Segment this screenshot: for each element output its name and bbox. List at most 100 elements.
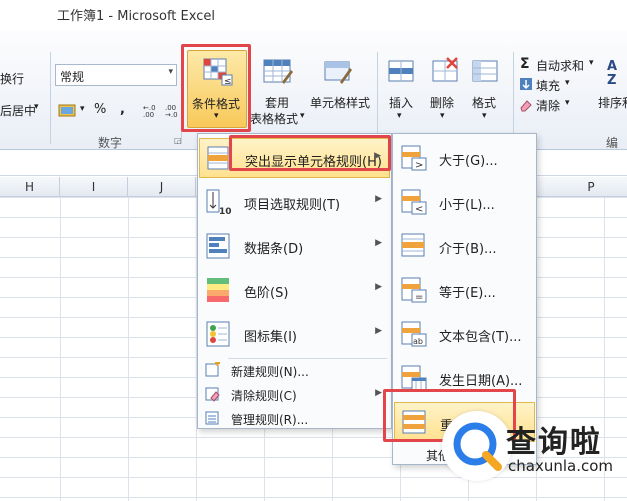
menu-item-new-rule[interactable]: 新建规则(N)... <box>199 358 390 382</box>
submenu-item-label: 大于(G)... <box>439 154 498 169</box>
currency-dropdown-icon[interactable]: ▾ <box>80 104 85 114</box>
watermark-logo <box>442 411 512 481</box>
svg-text:>: > <box>415 160 423 171</box>
wrap-text-button[interactable]: 换行 <box>0 70 24 87</box>
between-icon <box>400 232 428 260</box>
icon-sets-icon <box>205 320 233 348</box>
ribbon: 换行 后居中 ▾ 常规 ▾ ▾ % , ←.0 .00 .00 →.0 数字 ◲ <box>0 30 627 167</box>
svg-text:10: 10 <box>219 207 232 216</box>
column-header-p[interactable]: P <box>555 177 627 197</box>
date-occurring-icon <box>400 364 428 392</box>
menu-item-color-scales[interactable]: 色阶(S) ▶ <box>199 270 390 310</box>
svg-text:<: < <box>415 204 423 215</box>
watermark-brand: 查询啦 <box>506 425 602 460</box>
percent-button[interactable]: % <box>94 102 106 117</box>
clear-rules-icon <box>205 386 221 402</box>
comma-button[interactable]: , <box>120 102 125 117</box>
svg-text:Z: Z <box>607 73 616 88</box>
divider <box>513 52 514 144</box>
eraser-icon <box>519 98 533 115</box>
menu-item-label: 新建规则(N)... <box>231 365 309 379</box>
autosum-button[interactable]: 自动求和 <box>536 57 584 74</box>
menu-item-label: 色阶(S) <box>244 286 289 301</box>
svg-text:.00: .00 <box>143 111 154 118</box>
menu-item-label: 项目选取规则(T) <box>244 198 341 213</box>
currency-icon <box>58 104 76 117</box>
format-label: 格式 <box>472 96 497 110</box>
chevron-right-icon: ▶ <box>375 282 382 292</box>
text-contains-icon: ab <box>400 320 428 348</box>
fill-button[interactable]: 填充 <box>536 77 560 94</box>
window-title: 工作簿1 - Microsoft Excel <box>57 9 215 24</box>
format-cells-button[interactable] <box>470 56 502 88</box>
delete-button[interactable] <box>430 56 462 88</box>
submenu-item-less-than[interactable]: < 小于(L)... <box>394 182 535 222</box>
increase-decimal-button[interactable]: ←.0 .00 <box>143 102 163 121</box>
format-as-table-button[interactable] <box>262 56 294 88</box>
fill-dropdown-icon[interactable]: ▾ <box>565 78 570 88</box>
format-dropdown-icon[interactable]: ▾ <box>482 111 487 121</box>
divider <box>50 52 51 144</box>
menu-item-label: 数据条(D) <box>244 242 304 257</box>
column-header-j[interactable]: J <box>128 177 196 197</box>
submenu-item-equal-to[interactable]: = 等于(E)... <box>394 270 535 310</box>
callout-box-conditional-formatting <box>181 44 251 132</box>
submenu-item-label: 小于(L)... <box>439 198 495 213</box>
column-header-h[interactable]: H <box>0 177 60 197</box>
callout-box-highlight-rules <box>229 135 391 171</box>
submenu-item-greater-than[interactable]: > 大于(G)... <box>394 138 535 178</box>
submenu-item-label: 发生日期(A)... <box>439 374 523 389</box>
fill-icon <box>519 77 533 94</box>
delete-dropdown-icon[interactable]: ▾ <box>440 111 445 121</box>
watermark-domain: chaxunla.com <box>508 457 613 475</box>
cell-styles-label: 单元格样式 <box>310 96 371 110</box>
chevron-right-icon: ▶ <box>375 238 382 248</box>
sort-az-icon: A Z <box>603 56 627 88</box>
insert-dropdown-icon[interactable]: ▾ <box>397 111 402 121</box>
less-than-icon: < <box>400 188 428 216</box>
format-as-table-dropdown-icon[interactable]: ▾ <box>300 111 305 121</box>
column-header-i[interactable]: I <box>60 177 128 197</box>
sort-filter-label: 排序和 <box>598 96 627 110</box>
merge-center-button[interactable]: 后居中 <box>0 102 36 119</box>
insert-cells-icon <box>386 56 418 88</box>
title-bar: 工作簿1 - Microsoft Excel <box>0 0 627 30</box>
divider <box>377 52 378 144</box>
menu-item-icon-sets[interactable]: 图标集(I) ▶ <box>199 314 390 354</box>
cell-styles-icon <box>322 56 354 88</box>
clear-button[interactable]: 清除 <box>536 97 560 114</box>
submenu-item-label: 等于(E)... <box>439 286 496 301</box>
increase-decimal-icon: ←.0 .00 <box>143 104 156 119</box>
number-group-label: 数字 <box>98 136 123 150</box>
menu-item-clear-rules[interactable]: 清除规则(C) ▶ <box>199 382 390 406</box>
manage-rules-icon <box>205 410 221 426</box>
menu-item-data-bars[interactable]: 数据条(D) ▶ <box>199 226 390 266</box>
top-bottom-icon: 10 <box>205 188 233 217</box>
menu-item-label: 清除规则(C) <box>231 389 297 403</box>
insert-button[interactable] <box>386 56 418 88</box>
insert-label: 插入 <box>389 96 414 110</box>
autosum-dropdown-icon[interactable]: ▾ <box>589 58 594 68</box>
equal-to-icon: = <box>400 276 428 304</box>
clear-dropdown-icon[interactable]: ▾ <box>565 98 570 108</box>
autosum-icon: Σ <box>520 56 530 72</box>
table-format-icon <box>262 56 294 88</box>
submenu-item-label: 介于(B)... <box>439 242 497 257</box>
menu-item-manage-rules[interactable]: 管理规则(R)... <box>199 406 390 430</box>
svg-text:ab: ab <box>413 337 423 346</box>
new-rule-icon <box>205 361 221 378</box>
menu-item-top-bottom-rules[interactable]: 10 项目选取规则(T) ▶ <box>199 182 390 222</box>
cell-styles-button[interactable] <box>322 56 354 88</box>
menu-item-label: 图标集(I) <box>244 330 297 345</box>
chevron-down-icon: ▾ <box>168 67 173 77</box>
chevron-right-icon: ▶ <box>375 194 382 204</box>
color-scales-icon <box>205 276 233 304</box>
sort-filter-button[interactable]: A Z <box>603 56 627 88</box>
merge-center-dropdown-icon[interactable]: ▾ <box>34 102 39 112</box>
currency-format-button[interactable] <box>58 102 80 121</box>
conditional-formatting-menu: 突出显示单元格规则(H) ▶ 10 项目选取规则(T) ▶ 数据条(D) ▶ 色… <box>197 133 392 429</box>
submenu-item-between[interactable]: 介于(B)... <box>394 226 535 266</box>
number-format-select[interactable]: 常规 ▾ <box>55 64 177 86</box>
submenu-item-text-contains[interactable]: ab 文本包含(T)... <box>394 314 535 354</box>
delete-cells-icon <box>430 56 462 88</box>
